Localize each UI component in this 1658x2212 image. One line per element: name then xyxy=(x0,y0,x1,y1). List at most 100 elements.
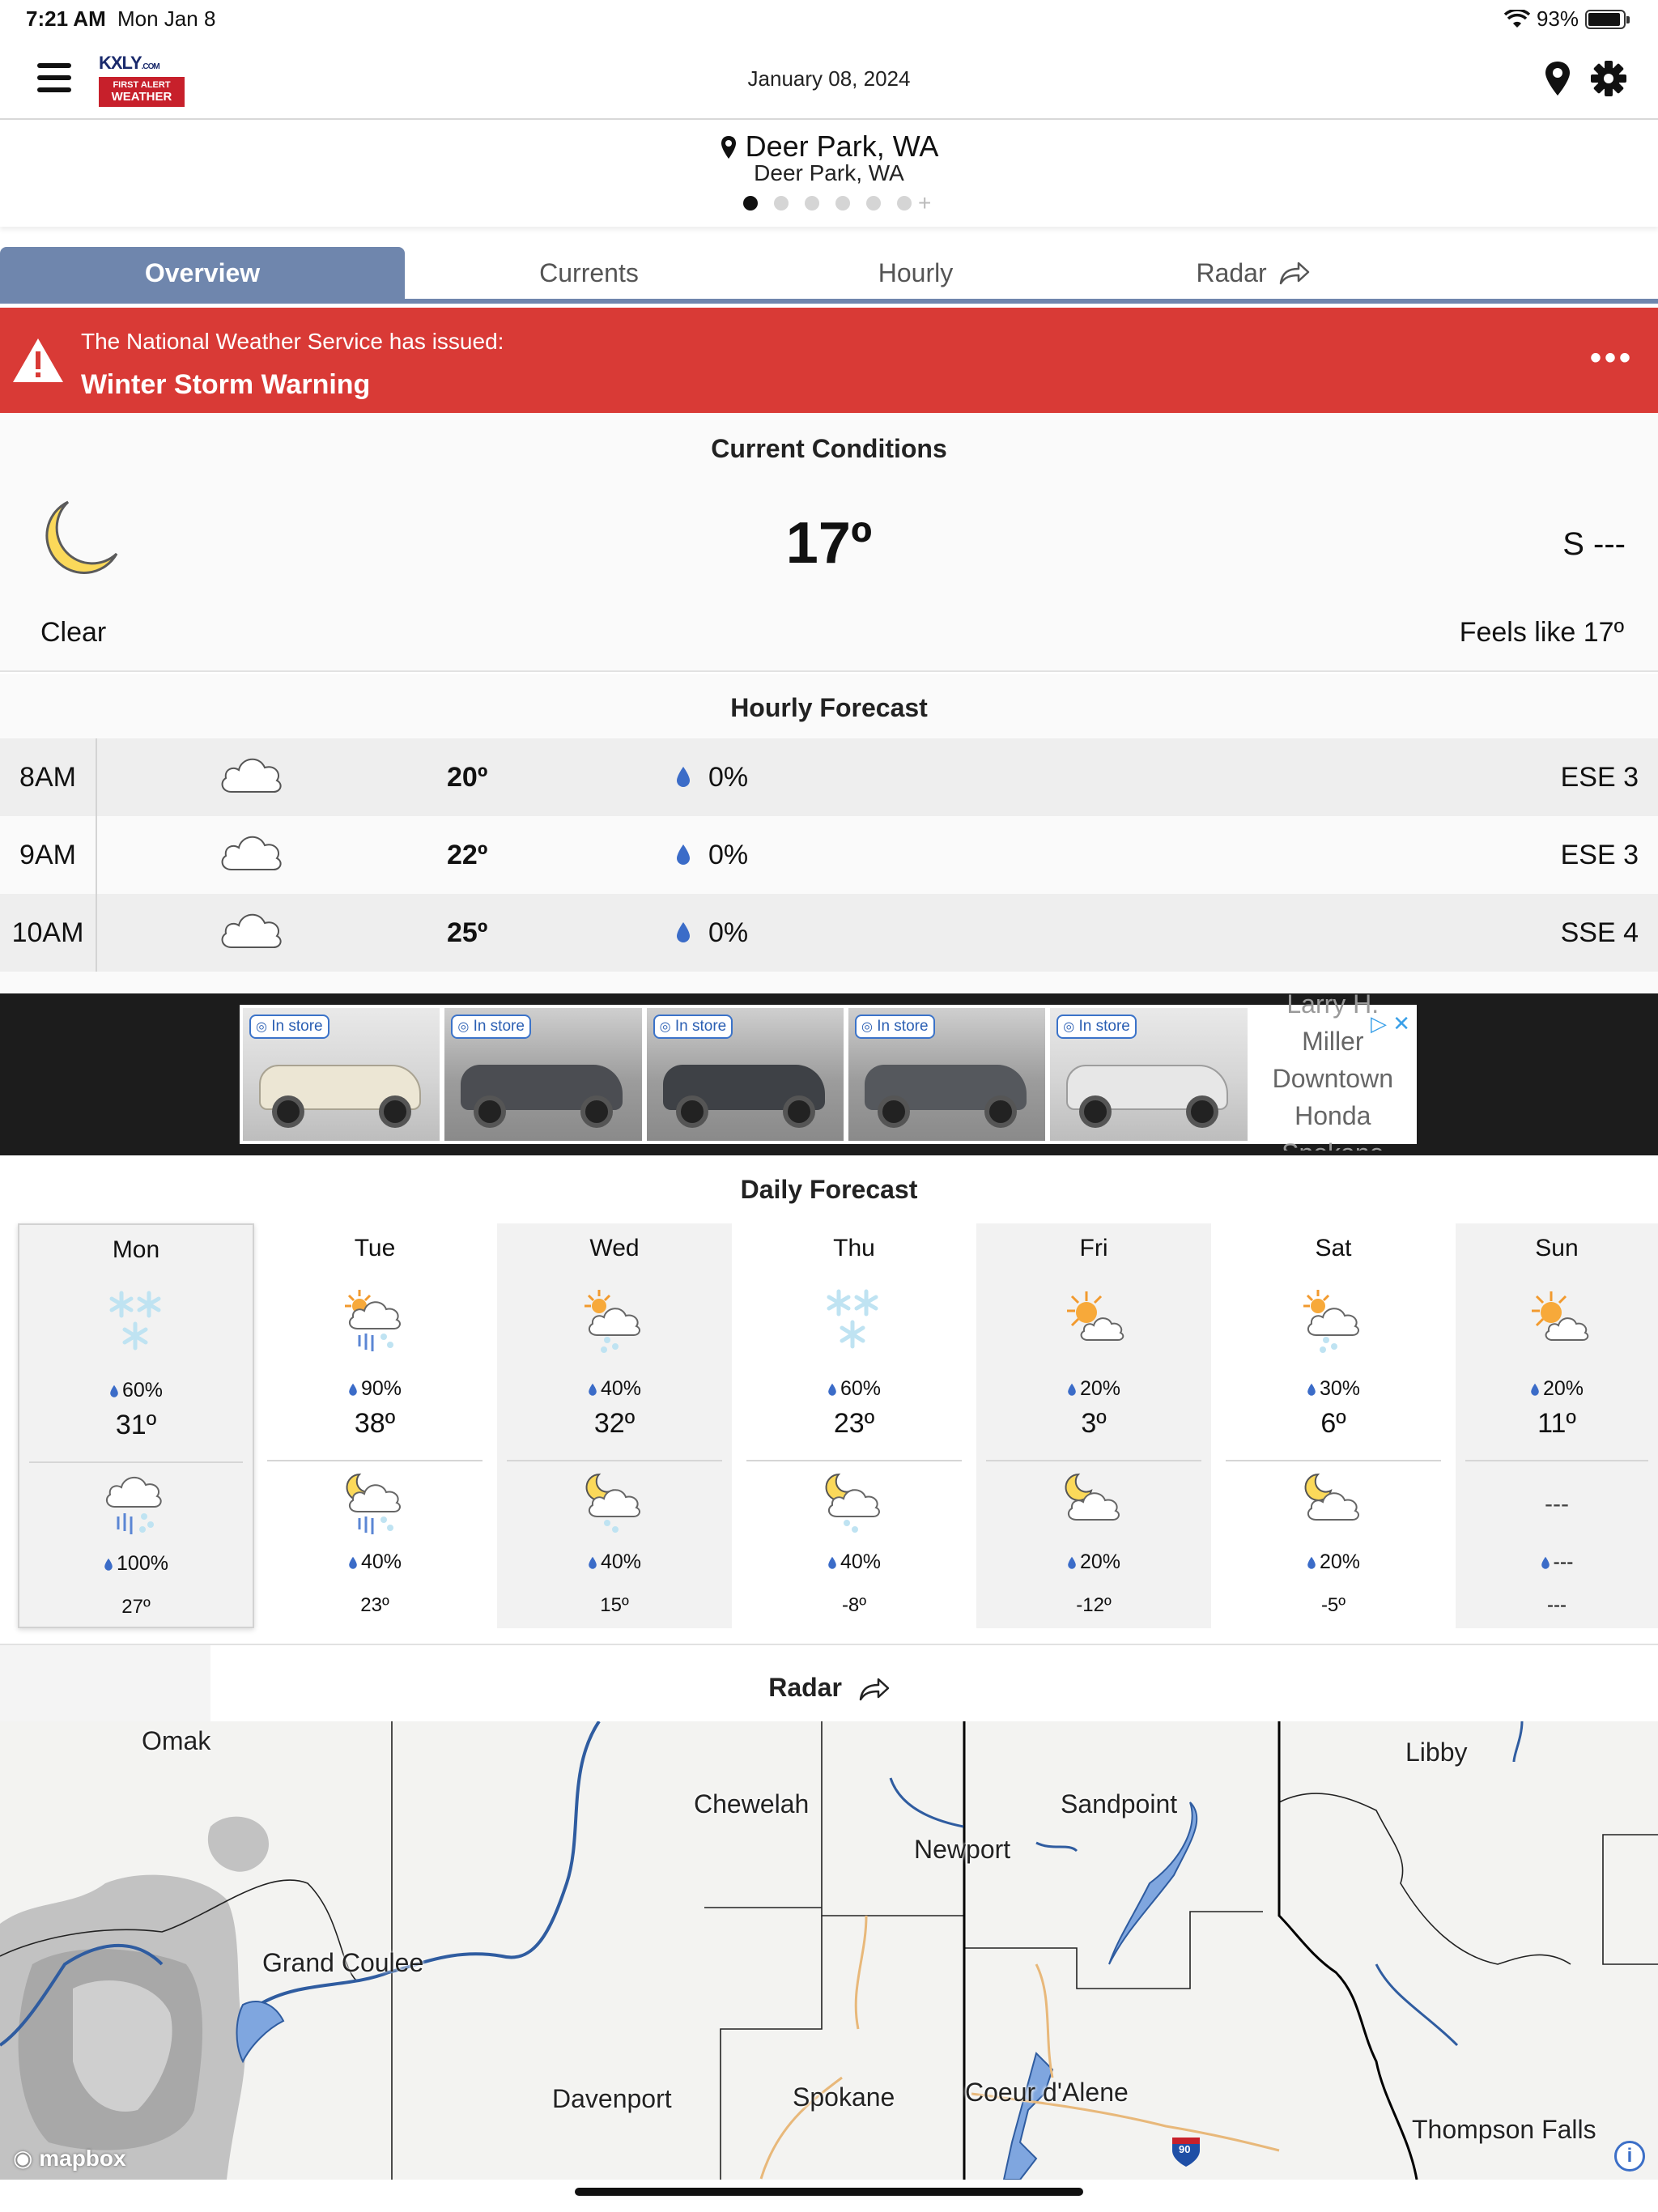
day-high: 3º xyxy=(1081,1408,1107,1439)
add-location-icon[interactable]: + xyxy=(918,192,931,215)
radar-title[interactable]: Radar xyxy=(0,1673,1658,1703)
more-options-icon[interactable]: ••• xyxy=(1590,342,1634,374)
cloud-icon xyxy=(221,913,282,948)
location-pin-icon[interactable] xyxy=(1541,60,1574,97)
raindrop-icon xyxy=(1307,1556,1316,1569)
hourly-temperature: 25º xyxy=(447,917,488,948)
tab-currents[interactable]: Currents xyxy=(405,247,773,299)
daily-day-card[interactable]: Thu 60% 23º 40% -8º xyxy=(737,1223,971,1628)
night-precip: 40% xyxy=(600,1551,642,1573)
cloud-icon xyxy=(221,836,282,870)
page-dot[interactable] xyxy=(866,196,881,211)
map-city: Sandpoint xyxy=(1061,1789,1178,1819)
day-name: Wed xyxy=(589,1235,640,1261)
ad-choices-close-icon[interactable]: ▷ ✕ xyxy=(1371,1005,1410,1042)
alert-title: Winter Storm Warning xyxy=(81,369,371,400)
ad-car-image[interactable]: ◎ In store xyxy=(444,1008,642,1141)
ad-car-image[interactable]: ◎ In store xyxy=(1050,1008,1248,1141)
page-dot[interactable] xyxy=(897,196,912,211)
tab-hourly[interactable]: Hourly xyxy=(773,247,1058,299)
day-high: 38º xyxy=(354,1408,396,1439)
ad-creative[interactable]: ◎ In store ◎ In store ◎ In store ◎ In st… xyxy=(240,989,1417,1151)
tab-overview[interactable]: Overview xyxy=(0,247,405,299)
tab-radar[interactable]: Radar xyxy=(1058,247,1448,299)
hourly-temperature: 20º xyxy=(447,762,488,793)
daily-day-card[interactable]: Sat 30% 6º 20% -5º xyxy=(1216,1223,1451,1628)
feels-like: Feels like 17º xyxy=(1459,617,1624,648)
day-precip: 20% xyxy=(1079,1377,1121,1400)
gear-icon[interactable] xyxy=(1590,60,1627,97)
hourly-row[interactable]: 10AM 25º 0% SSE 4 xyxy=(0,894,1658,972)
in-store-badge: ◎ In store xyxy=(854,1015,935,1039)
daily-day-card[interactable]: Fri 20% 3º 20% -12º xyxy=(976,1223,1211,1628)
raindrop-icon xyxy=(828,1383,836,1396)
daily-day-card[interactable]: Mon 60% 31º 100% 27º xyxy=(18,1223,254,1628)
in-store-badge: ◎ In store xyxy=(249,1015,329,1039)
hourly-row[interactable]: 9AM 22º 0% ESE 3 xyxy=(0,816,1658,894)
raindrop-icon xyxy=(349,1383,357,1396)
page-dot[interactable] xyxy=(774,196,789,211)
ad-car-image[interactable]: ◎ In store xyxy=(646,1008,844,1141)
daily-day-card[interactable]: Tue 90% 38º 40% 23º xyxy=(257,1223,492,1628)
raindrop-icon xyxy=(677,844,690,865)
day-low: -5º xyxy=(1320,1594,1346,1616)
weather-alert-banner[interactable]: The National Weather Service has issued:… xyxy=(0,308,1658,413)
info-icon[interactable]: i xyxy=(1614,2141,1645,2172)
map-city: Chewelah xyxy=(694,1789,810,1819)
raindrop-icon xyxy=(104,1558,113,1571)
raindrop-icon xyxy=(1068,1383,1076,1396)
map-city: Libby xyxy=(1405,1738,1468,1767)
ad-car-image[interactable]: ◎ In store xyxy=(243,1008,440,1141)
day-high: 23º xyxy=(833,1408,875,1439)
warning-icon xyxy=(13,338,63,382)
ad-car-image[interactable]: ◎ In store xyxy=(848,1008,1046,1141)
snow-icon xyxy=(109,1291,161,1351)
day-precip: 30% xyxy=(1319,1377,1361,1400)
map-city: Spokane xyxy=(793,2082,895,2112)
home-indicator[interactable] xyxy=(575,2188,1083,2196)
status-time: 7:21 AM xyxy=(26,6,106,31)
hourly-time: 9AM xyxy=(0,816,97,894)
highway-shield-label: 90 xyxy=(1179,2143,1191,2155)
radar-map[interactable]: Omak Chewelah Sandpoint Libby Newport Gr… xyxy=(0,1721,1658,2180)
day-low: 15º xyxy=(600,1594,629,1616)
raindrop-icon xyxy=(110,1385,118,1397)
status-date: Mon Jan 8 xyxy=(117,6,216,31)
raindrop-icon xyxy=(589,1383,597,1396)
page-dot[interactable] xyxy=(805,196,819,211)
day-high: 11º xyxy=(1537,1408,1576,1439)
status-bar: 7:21 AM Mon Jan 8 93% xyxy=(0,0,1658,39)
page-dot[interactable] xyxy=(835,196,850,211)
hourly-precip: 0% xyxy=(708,917,749,948)
hourly-time: 10AM xyxy=(0,894,97,972)
hourly-wind: SSE 4 xyxy=(1560,917,1639,948)
hourly-forecast-title: Hourly Forecast xyxy=(730,693,928,722)
night-precip: 20% xyxy=(1319,1551,1361,1573)
current-conditions-title: Current Conditions xyxy=(711,434,947,463)
snow-icon xyxy=(827,1289,878,1349)
hourly-forecast[interactable]: Hourly Forecast 8AM 20º 0% ESE 3 9AM 22º… xyxy=(0,674,1658,993)
day-precip: 60% xyxy=(121,1379,164,1402)
night-precip: 100% xyxy=(117,1552,168,1575)
page-dot[interactable] xyxy=(743,196,758,211)
night-precip: 20% xyxy=(1079,1551,1121,1573)
day-high: 32º xyxy=(593,1408,636,1439)
daily-forecast-title: Daily Forecast xyxy=(740,1175,918,1204)
mapbox-logo: ◉ mapbox xyxy=(13,2146,126,2171)
daily-forecast[interactable]: Daily Forecast Mon 60% 31º 100% 27º Tue … xyxy=(0,1155,1658,1645)
day-low: -12º xyxy=(1076,1594,1112,1616)
night-placeholder: --- xyxy=(1545,1491,1569,1517)
hourly-row[interactable]: 8AM 20º 0% ESE 3 xyxy=(0,738,1658,816)
raindrop-icon xyxy=(677,922,690,942)
location-page-dots[interactable]: + xyxy=(743,192,931,215)
daily-day-card[interactable]: Sun 20% 11º --- --- --- xyxy=(1456,1223,1658,1628)
partly-sunny-icon xyxy=(1532,1291,1589,1341)
day-high: 6º xyxy=(1320,1408,1346,1439)
current-conditions[interactable]: Current Conditions 17º S --- Clear Feels… xyxy=(0,413,1658,672)
hourly-wind: ESE 3 xyxy=(1560,840,1639,870)
daily-day-card[interactable]: Wed 40% 32º 40% 15º xyxy=(497,1223,732,1628)
location-header[interactable]: Deer Park, WA Deer Park, WA + xyxy=(0,121,1658,227)
raindrop-icon xyxy=(589,1556,597,1569)
day-low: -8º xyxy=(841,1594,867,1616)
ad-text[interactable]: ▷ ✕ Larry H. Miller Downtown Honda Spoka… xyxy=(1252,989,1414,1151)
